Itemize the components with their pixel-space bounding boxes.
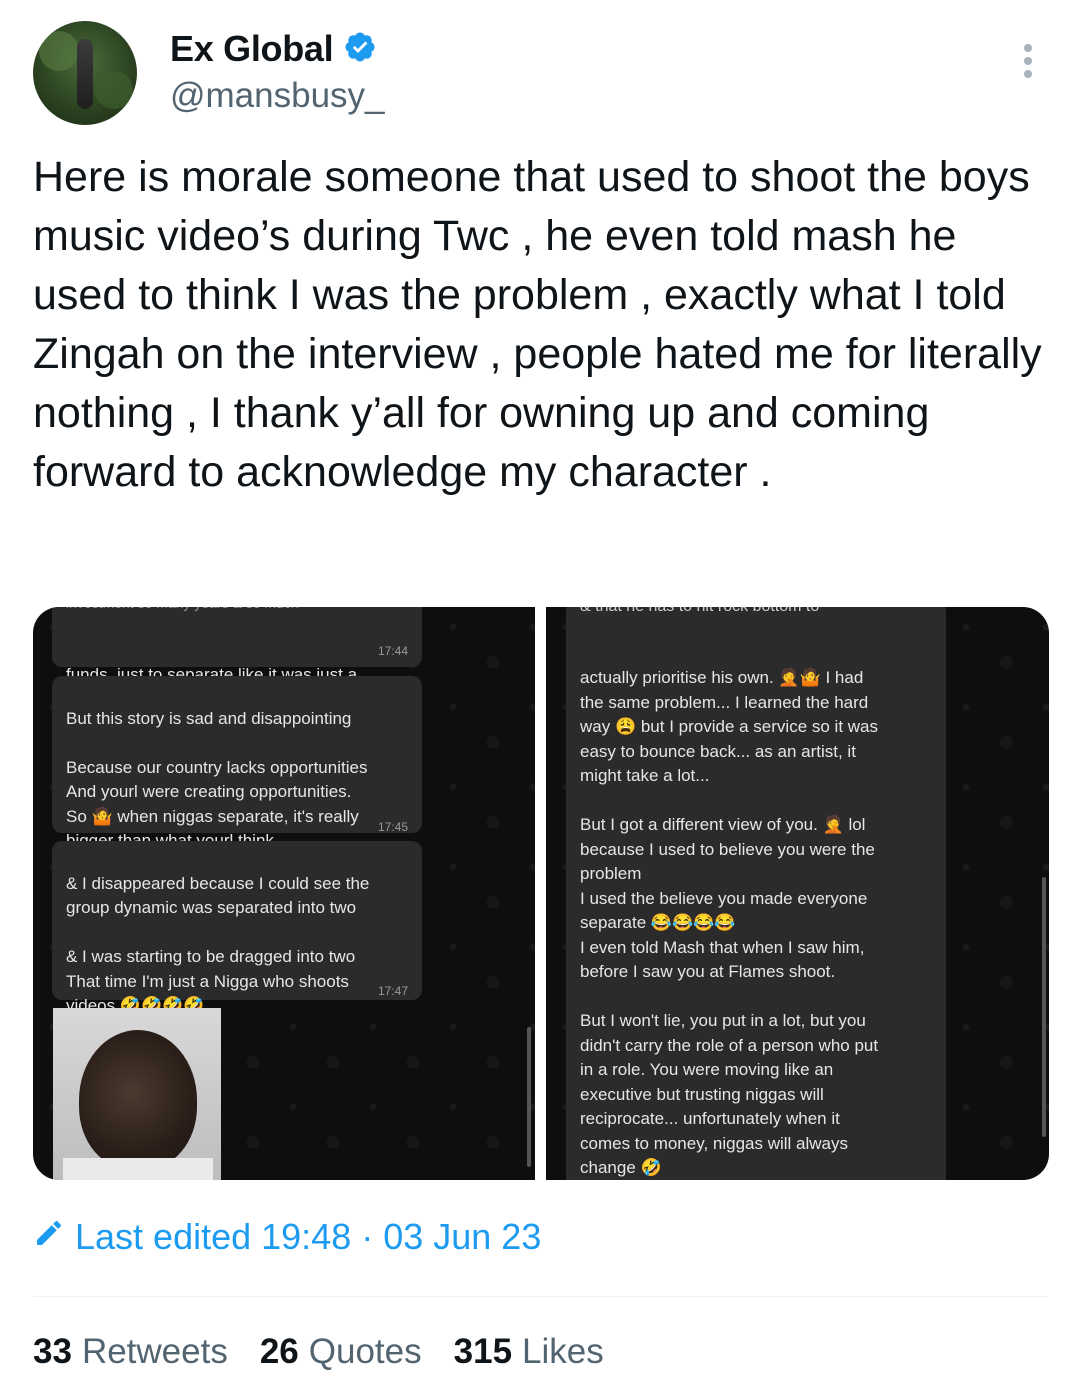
chat-bubble: & I disappeared because I could see the …	[52, 841, 422, 1015]
author-handle[interactable]: @mansbusy_	[170, 76, 385, 116]
author-name[interactable]: Ex Global	[170, 28, 334, 70]
chat-message-text: & I disappeared because I could see the …	[66, 873, 370, 1016]
cut-off-text: & that he has to hit rock bottom to	[580, 607, 819, 620]
cut-off-text: investment so many years & so much	[66, 607, 299, 616]
retweets-stat[interactable]: 33 Retweets	[33, 1332, 228, 1372]
likes-stat[interactable]: 315 Likes	[454, 1332, 604, 1372]
message-time: 17:45	[377, 820, 408, 834]
divider	[33, 1296, 1048, 1297]
chat-message-text: actually prioritise his own. 🤦🤷 I had th…	[580, 668, 879, 1177]
avatar-foliage	[95, 71, 133, 109]
avatar-person	[77, 39, 93, 109]
chat-message-text: But this story is sad and disappointing …	[66, 708, 368, 851]
verified-badge-icon	[343, 30, 377, 69]
more-options-icon[interactable]	[1018, 44, 1038, 84]
chat-bubble: & that he has to hit rock bottom to actu…	[566, 607, 946, 1180]
shared-photo	[53, 1008, 221, 1180]
message-time: 17:44	[377, 644, 408, 658]
child-face	[79, 1030, 197, 1170]
scrollbar[interactable]	[527, 1027, 531, 1167]
message-time: 17:47	[377, 984, 408, 998]
media-image-right[interactable]: & that he has to hit rock bottom to actu…	[546, 607, 1049, 1180]
scrollbar[interactable]	[1042, 877, 1046, 1137]
last-edited-link[interactable]: Last edited 19:48 · 03 Jun 23	[33, 1216, 541, 1258]
pencil-icon	[33, 1216, 65, 1258]
quotes-stat[interactable]: 26 Quotes	[260, 1332, 422, 1372]
edited-label[interactable]: Last edited 19:48 · 03 Jun 23	[75, 1216, 541, 1258]
engagement-stats: 33 Retweets 26 Quotes 315 Likes	[33, 1332, 604, 1372]
chat-bubble: investment so many years & so much funds…	[52, 607, 422, 709]
chat-bubble: But this story is sad and disappointing …	[52, 676, 422, 850]
author-name-row[interactable]: Ex Global	[170, 28, 377, 70]
avatar-foliage	[39, 31, 79, 71]
tweet-text: Here is morale someone that used to shoo…	[33, 153, 1042, 496]
avatar[interactable]	[33, 21, 137, 125]
media-image-left[interactable]: investment so many years & so much funds…	[33, 607, 535, 1180]
